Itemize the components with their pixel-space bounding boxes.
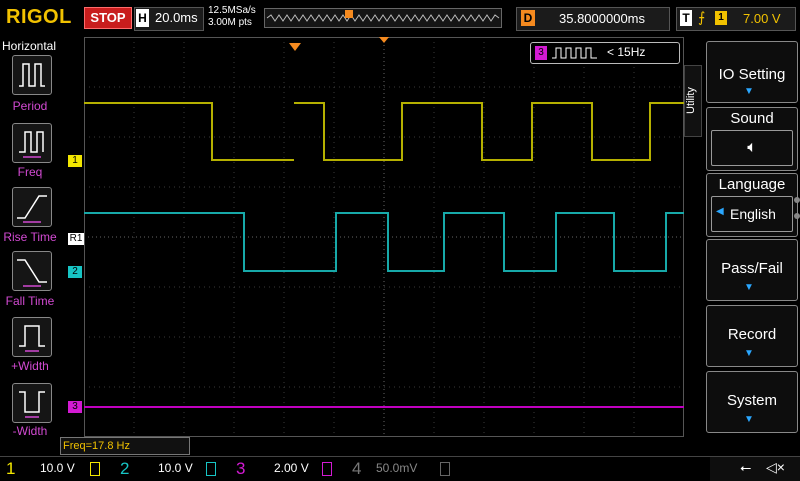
ch3-status[interactable]: 3 2.00 V: [230, 457, 342, 481]
memory-depth: 3.00M pts: [208, 17, 252, 28]
freq-button[interactable]: [12, 123, 52, 163]
ref-marker[interactable]: R1: [68, 233, 84, 245]
ch1-offset-marker[interactable]: 1: [68, 155, 82, 167]
language-value: English: [730, 206, 776, 222]
fall-time-button[interactable]: [12, 251, 52, 291]
system-status-area: ⭠ ◁×: [710, 457, 800, 481]
pass-fail-label: Pass/Fail: [721, 260, 783, 277]
io-setting-button[interactable]: IO Setting ▼: [706, 41, 798, 103]
trigger-box[interactable]: T ⨍ 1 7.00 V: [676, 7, 796, 31]
brand-logo: RIGOL: [6, 6, 72, 28]
fall-time-icon: [17, 259, 47, 287]
coupling-icon: [322, 462, 332, 476]
graticule: [84, 37, 684, 437]
menu-page-dot: [794, 213, 800, 219]
ch4-status[interactable]: 4 50.0mV: [346, 457, 458, 481]
ch3-offset-marker[interactable]: 3: [68, 401, 82, 413]
measure-sidebar: Horizontal Period Freq Rise Time Fall Ti…: [0, 37, 60, 457]
sound-button[interactable]: Sound 🔈︎: [706, 107, 798, 171]
acquisition-info: 12.5MSa/s 3.00M pts: [208, 5, 256, 29]
ch2-status[interactable]: 2 10.0 V: [114, 457, 226, 481]
coupling-icon: [90, 462, 100, 476]
ch2-scale: 10.0 V: [158, 461, 193, 475]
utility-menu: Utility IO Setting ▼ Sound 🔈︎ Language ◀…: [684, 37, 800, 457]
menu-page-dot: [794, 197, 800, 203]
usb-icon: ⭠: [740, 459, 752, 475]
trigger-label: T: [680, 10, 692, 26]
language-label: Language: [718, 176, 786, 193]
system-label: System: [726, 392, 777, 409]
record-button[interactable]: Record ▼: [706, 305, 798, 367]
measurement-value: < 15Hz: [607, 45, 646, 59]
run-stop-button[interactable]: STOP: [84, 7, 132, 29]
speaker-icon: 🔈︎: [711, 130, 793, 166]
neg-width-button[interactable]: [12, 383, 52, 423]
io-setting-label: IO Setting: [718, 66, 786, 83]
rise-time-label: Rise Time: [3, 230, 57, 244]
pos-width-icon: [19, 325, 45, 352]
ch2-offset-marker[interactable]: 2: [68, 266, 82, 278]
neg-width-icon: [19, 391, 45, 418]
rise-time-button[interactable]: [12, 187, 52, 227]
period-icon: [19, 63, 45, 87]
ch4-number: 4: [352, 459, 362, 478]
chevron-down-icon: ▼: [744, 414, 754, 425]
channel-bar: 1 10.0 V 2 10.0 V 3 2.00 V 4 50.0mV ⭠ ◁×: [0, 456, 800, 481]
horizontal-label: H: [136, 9, 149, 27]
waveform-display[interactable]: 3 < 15Hz: [84, 37, 684, 437]
sidebar-title: Horizontal: [2, 39, 57, 53]
memory-waveform-icon: [266, 10, 500, 22]
coupling-icon: [440, 462, 450, 476]
status-bar: RIGOL STOP H 20.0ms 12.5MSa/s 3.00M pts …: [0, 0, 800, 36]
period-label: Period: [12, 99, 48, 113]
chevron-down-icon: ▼: [744, 348, 754, 359]
sound-label: Sound: [730, 110, 774, 127]
ch4-scale: 50.0mV: [376, 461, 418, 475]
frequency-readout: Freq=17.8 Hz: [60, 437, 190, 455]
trigger-position-icon: [345, 10, 353, 18]
pos-width-button[interactable]: [12, 317, 52, 357]
speaker-muted-icon: ◁×: [766, 459, 785, 475]
fall-time-label: Fall Time: [5, 294, 55, 308]
chevron-left-icon: ◀: [716, 206, 724, 217]
pulse-train-icon: [552, 47, 597, 59]
rise-time-icon: [17, 195, 47, 223]
timebase-value: 20.0ms: [155, 10, 198, 25]
coupling-icon: [206, 462, 216, 476]
freq-label: Freq: [17, 165, 43, 179]
utility-tab: Utility: [684, 65, 702, 137]
ch1-trace: [84, 102, 684, 161]
ch2-number: 2: [120, 459, 130, 478]
delay-label: D: [521, 10, 535, 26]
chevron-down-icon: ▼: [744, 282, 754, 293]
ch3-number: 3: [236, 459, 246, 478]
record-label: Record: [727, 326, 777, 343]
delay-box[interactable]: D 35.8000000ms: [516, 7, 670, 31]
chevron-down-icon: ▼: [744, 86, 754, 97]
ch1-status[interactable]: 1 10.0 V: [0, 457, 110, 481]
delay-value: 35.8000000ms: [559, 11, 646, 26]
system-button[interactable]: System ▼: [706, 371, 798, 433]
trigger-level: 7.00 V: [743, 11, 781, 26]
pass-fail-button[interactable]: Pass/Fail ▼: [706, 239, 798, 301]
ch1-scale: 10.0 V: [40, 461, 75, 475]
frequency-measurement-box: 3 < 15Hz: [530, 42, 680, 64]
measurement-channel-badge: 3: [535, 46, 547, 60]
pos-width-label: +Width: [11, 359, 49, 373]
language-selector[interactable]: ◀ English: [711, 196, 793, 232]
period-button[interactable]: [12, 55, 52, 95]
neg-width-label: -Width: [12, 424, 48, 438]
trigger-source: 1: [715, 11, 727, 25]
timebase-box[interactable]: H 20.0ms: [134, 7, 204, 31]
language-button[interactable]: Language ◀ English: [706, 173, 798, 237]
ch1-number: 1: [6, 459, 16, 478]
sample-rate: 12.5MSa/s: [208, 5, 256, 16]
memory-overview-strip[interactable]: [264, 8, 502, 28]
center-marker-icon: [379, 37, 389, 43]
trigger-position-icon: [289, 43, 301, 51]
ch3-scale: 2.00 V: [274, 461, 309, 475]
rising-edge-icon: ⨍: [698, 9, 706, 25]
freq-icon: [19, 131, 44, 158]
